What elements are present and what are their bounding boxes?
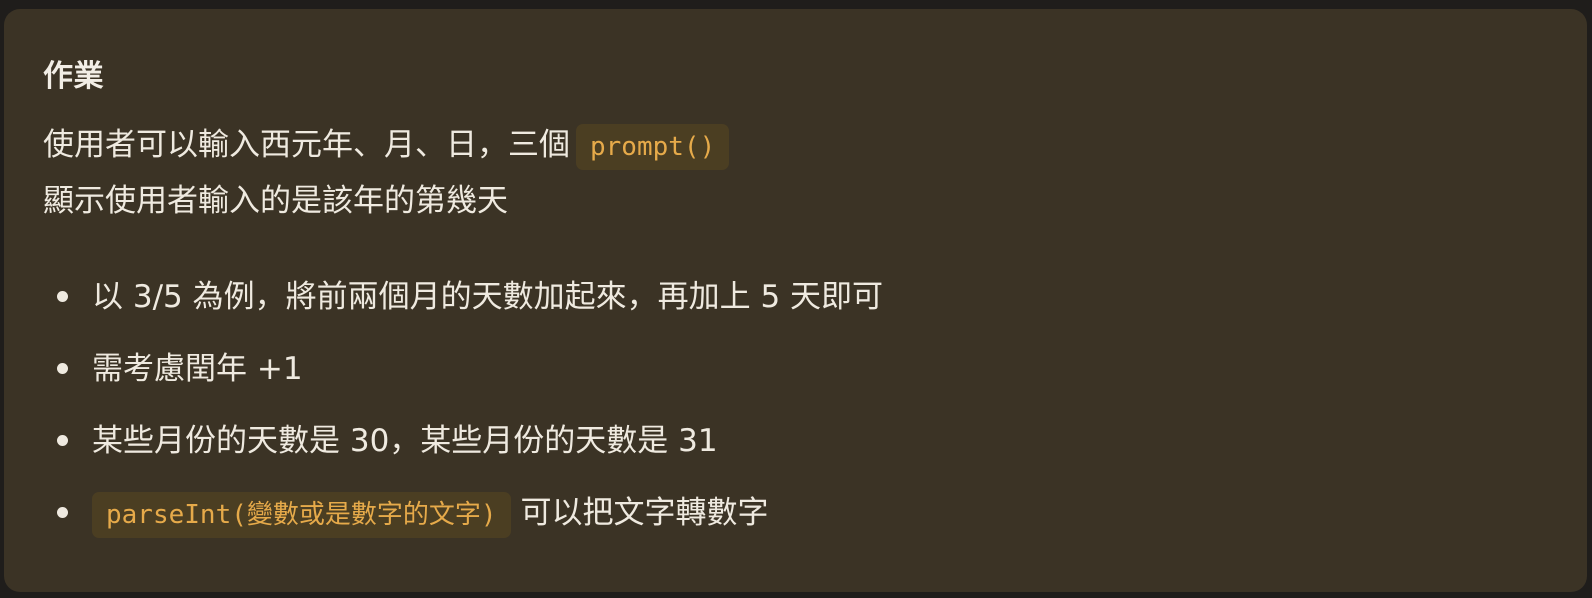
list-item-text: 某些月份的天數是 30，某些月份的天數是 31 <box>92 423 718 459</box>
bullet-icon <box>57 363 68 374</box>
parseint-code-snippet: parseInt(變數或是數字的文字) <box>92 491 511 538</box>
bullet-icon <box>57 507 68 518</box>
description-text-1: 使用者可以輸入西元年、月、日，三個 <box>43 127 570 163</box>
description-line-1: 使用者可以輸入西元年、月、日，三個 prompt() <box>43 123 730 170</box>
description-line-2: 顯示使用者輸入的是該年的第幾天 <box>43 183 508 219</box>
bullet-icon <box>57 291 68 302</box>
list-item-text: 以 3/5 為例，將前兩個月的天數加起來，再加上 5 天即可 <box>92 279 884 315</box>
list-item-text: 可以把文字轉數字 <box>520 495 769 531</box>
bullet-icon <box>57 435 68 446</box>
card-title: 作業 <box>43 59 104 94</box>
homework-card: 作業 使用者可以輸入西元年、月、日，三個 prompt() 顯示使用者輸入的是該年… <box>4 9 1587 592</box>
list-item-text: 需考慮閏年 +1 <box>92 351 303 387</box>
list-item-content: parseInt(變數或是數字的文字) 可以把文字轉數字 <box>92 487 769 539</box>
prompt-code-snippet: prompt() <box>576 123 730 170</box>
